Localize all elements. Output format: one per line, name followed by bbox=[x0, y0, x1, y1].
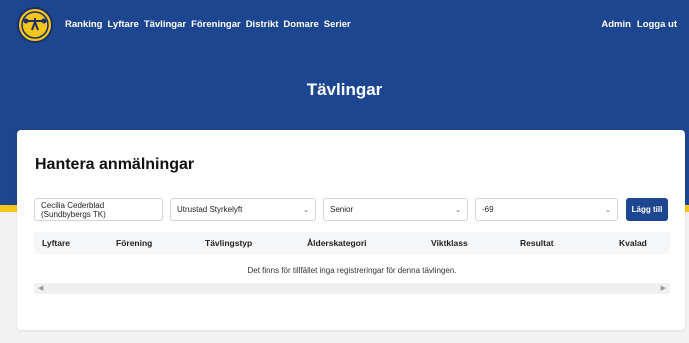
col-resultat[interactable]: Resultat bbox=[520, 238, 554, 248]
nav-tavlingar[interactable]: Tävlingar bbox=[144, 19, 186, 30]
federation-logo-icon[interactable] bbox=[17, 7, 53, 43]
table-header: Lyftare Förening Tävlingstyp Ålderskateg… bbox=[34, 232, 670, 254]
nav-distrikt[interactable]: Distrikt bbox=[246, 19, 279, 30]
empty-table-message: Det finns för tillfället inga registreri… bbox=[247, 266, 457, 275]
col-alderskategori[interactable]: Ålderskategori bbox=[307, 238, 367, 248]
weight-class-value: -69 bbox=[482, 205, 494, 214]
nav-serier[interactable]: Serier bbox=[324, 19, 351, 30]
col-tavlingstyp[interactable]: Tävlingstyp bbox=[205, 238, 252, 248]
card-title: Hantera anmälningar bbox=[35, 156, 195, 173]
nav-lyftare[interactable]: Lyftare bbox=[107, 19, 138, 30]
equipment-select[interactable]: Utrustad Styrkelyft ⌄ bbox=[170, 198, 316, 221]
nav-foreningar[interactable]: Föreningar bbox=[191, 19, 241, 30]
chevron-down-icon: ⌄ bbox=[303, 206, 309, 214]
col-forening[interactable]: Förening bbox=[116, 238, 152, 248]
user-nav: Admin Logga ut bbox=[601, 19, 677, 30]
nav-domare[interactable]: Domare bbox=[283, 19, 318, 30]
col-kvalad[interactable]: Kvalad bbox=[619, 238, 647, 248]
lifter-value: Cecilia Cederblad (Sundbybergs TK) bbox=[41, 200, 106, 219]
weight-class-select[interactable]: -69 ⌄ bbox=[475, 198, 618, 221]
arrow-right-icon[interactable]: ▶ bbox=[661, 284, 666, 292]
main-nav: Ranking Lyftare Tävlingar Föreningar Dis… bbox=[65, 19, 351, 30]
nav-ranking[interactable]: Ranking bbox=[65, 19, 102, 30]
col-viktklass[interactable]: Viktklass bbox=[431, 238, 468, 248]
nav-admin[interactable]: Admin bbox=[601, 19, 631, 30]
add-button[interactable]: Lägg till bbox=[626, 198, 668, 221]
chevron-down-icon: ⌄ bbox=[455, 206, 461, 214]
chevron-down-icon: ⌄ bbox=[605, 206, 611, 214]
nav-logout[interactable]: Logga ut bbox=[637, 19, 677, 30]
age-category-select[interactable]: Senior ⌄ bbox=[323, 198, 468, 221]
arrow-left-icon[interactable]: ◀ bbox=[38, 284, 43, 292]
registration-card: Hantera anmälningar Cecilia Cederblad (S… bbox=[17, 130, 685, 330]
lifter-field[interactable]: Cecilia Cederblad (Sundbybergs TK) bbox=[34, 198, 163, 221]
equipment-value: Utrustad Styrkelyft bbox=[177, 205, 243, 214]
page-title: Tävlingar bbox=[306, 80, 383, 99]
age-category-value: Senior bbox=[330, 205, 354, 214]
col-lyftare[interactable]: Lyftare bbox=[42, 238, 70, 248]
horizontal-scrollbar[interactable]: ◀ ▶ bbox=[34, 283, 670, 294]
